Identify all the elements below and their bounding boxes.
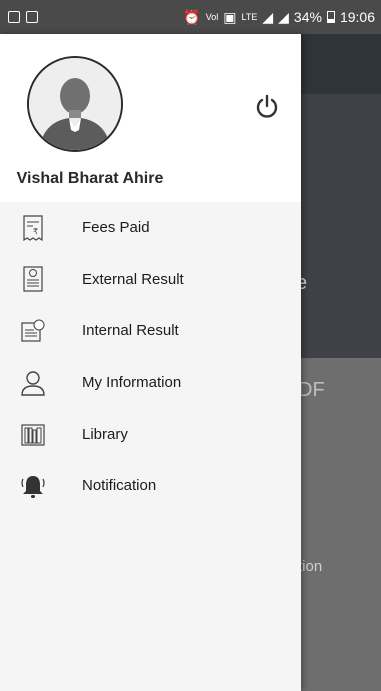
signal-icon-2: ◢ — [278, 8, 289, 25]
clock: 19:06 — [339, 9, 375, 25]
result-sheet-icon — [20, 318, 46, 344]
power-button[interactable] — [253, 92, 281, 120]
menu-label-library: Library — [82, 425, 128, 443]
alarm-icon: ⏰ — [183, 8, 201, 25]
sim-2-icon: ▣ — [223, 8, 237, 25]
menu-label-my-information: My Information — [82, 374, 182, 392]
background-text-3: tion — [298, 558, 323, 575]
volte-icon: Vol — [205, 11, 219, 22]
bell-icon — [20, 473, 46, 499]
drawer-menu: ₹ Fees Paid External Result Internal Res… — [0, 202, 301, 691]
menu-item-external-result[interactable]: External Result — [0, 254, 301, 306]
receipt-icon: ₹ — [20, 215, 46, 241]
status-left-icons — [8, 11, 38, 23]
menu-label-fees-paid: Fees Paid — [82, 219, 150, 237]
menu-item-fees-paid[interactable]: ₹ Fees Paid — [0, 202, 301, 254]
person-icon — [20, 370, 46, 396]
menu-item-notification[interactable]: Notification — [0, 460, 301, 512]
user-name: Vishal Bharat Ahire — [16, 170, 164, 187]
books-icon — [20, 421, 46, 447]
notification-square-icon — [8, 11, 20, 23]
menu-label-notification: Notification — [82, 477, 157, 495]
battery-icon — [326, 11, 335, 23]
avatar[interactable] — [27, 56, 123, 152]
menu-item-library[interactable]: Library — [0, 408, 301, 460]
report-document-icon — [20, 266, 46, 292]
signal-icon: ◢ — [262, 8, 274, 25]
photo-icon — [26, 11, 38, 23]
lte-label: LTE — [241, 11, 258, 22]
power-icon — [256, 94, 278, 118]
menu-label-internal-result: Internal Result — [82, 322, 179, 340]
battery-percent: 34% — [293, 9, 322, 25]
menu-item-internal-result[interactable]: Internal Result — [0, 305, 301, 357]
status-right: ⏰ Vol ▣ LTE ◢ ◢ 34% 19:06 — [183, 9, 375, 26]
person-silhouette-icon — [29, 58, 121, 150]
drawer-header: Vishal Bharat Ahire — [0, 34, 301, 202]
background-text-2: DF — [298, 379, 325, 401]
menu-label-external-result: External Result — [82, 270, 184, 288]
status-bar: ⏰ Vol ▣ LTE ◢ ◢ 34% 19:06 — [0, 0, 381, 34]
svg-text:₹: ₹ — [33, 227, 38, 236]
menu-item-my-information[interactable]: My Information — [0, 357, 301, 409]
navigation-drawer: Vishal Bharat Ahire ₹ Fees Paid External… — [0, 34, 301, 691]
